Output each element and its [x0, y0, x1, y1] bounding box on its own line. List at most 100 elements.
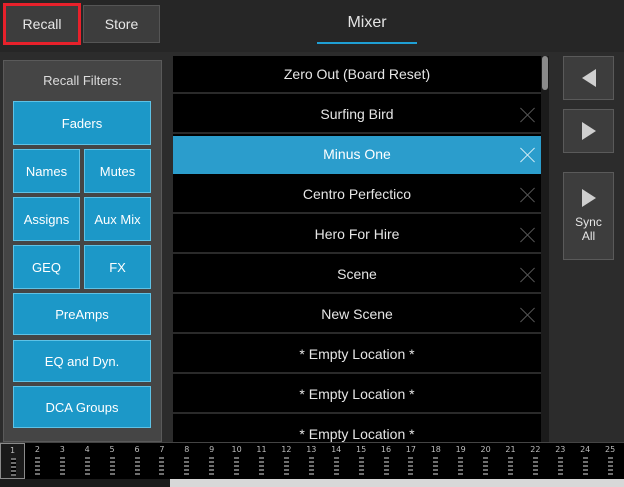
- scene-label: New Scene: [321, 306, 393, 322]
- channel-meter: [234, 457, 240, 475]
- channel-meter: [134, 457, 140, 475]
- filter-faders-button[interactable]: Faders: [13, 101, 151, 145]
- scene-label: Minus One: [323, 146, 391, 162]
- scrollbar-thumb[interactable]: [542, 56, 548, 90]
- channel-15[interactable]: 15: [349, 443, 374, 479]
- channel-1[interactable]: 1: [0, 443, 25, 479]
- scene-label: Hero For Hire: [314, 226, 400, 242]
- channel-number: 16: [380, 445, 392, 454]
- recall-filters-title: Recall Filters:: [43, 73, 122, 88]
- scene-row[interactable]: Scene: [173, 256, 541, 294]
- next-button[interactable]: [563, 109, 614, 153]
- channel-number: 24: [580, 445, 591, 454]
- channel-number: 19: [455, 445, 466, 454]
- triangle-left-icon: [581, 69, 596, 87]
- channel-7[interactable]: 7: [149, 443, 174, 479]
- scene-row[interactable]: * Empty Location *: [173, 376, 541, 414]
- channel-10[interactable]: 10: [224, 443, 249, 479]
- scene-row[interactable]: * Empty Location *: [173, 336, 541, 374]
- channel-24[interactable]: 24: [573, 443, 598, 479]
- delete-scene-icon[interactable]: [520, 147, 536, 163]
- channel-number: 4: [84, 445, 90, 454]
- channel-23[interactable]: 23: [548, 443, 573, 479]
- channel-number: 6: [134, 445, 140, 454]
- scene-row[interactable]: Minus One: [173, 136, 541, 174]
- channel-11[interactable]: 11: [249, 443, 274, 479]
- recall-button[interactable]: Recall: [3, 3, 81, 45]
- channel-17[interactable]: 17: [398, 443, 423, 479]
- filter-assigns-button[interactable]: Assigns: [13, 197, 80, 241]
- channel-number: 23: [555, 445, 566, 454]
- channel-8[interactable]: 8: [174, 443, 199, 479]
- filter-fx-button[interactable]: FX: [84, 245, 151, 289]
- channel-9[interactable]: 9: [199, 443, 224, 479]
- filter-preamps-button[interactable]: PreAmps: [13, 293, 151, 335]
- channel-14[interactable]: 14: [324, 443, 349, 479]
- filter-names-button[interactable]: Names: [13, 149, 80, 193]
- channel-number: 11: [256, 445, 267, 454]
- bottom-strip: [0, 479, 624, 487]
- channel-20[interactable]: 20: [473, 443, 498, 479]
- channel-2[interactable]: 2: [25, 443, 50, 479]
- title-underline: [317, 42, 417, 44]
- channel-meter: [159, 457, 165, 475]
- scene-row[interactable]: Hero For Hire: [173, 216, 541, 254]
- channel-meter: [333, 457, 339, 475]
- sync-all-button[interactable]: Sync All: [563, 172, 614, 260]
- channel-number: 2: [34, 445, 40, 454]
- channel-13[interactable]: 13: [299, 443, 324, 479]
- sync-all-label: Sync All: [575, 215, 602, 243]
- channel-21[interactable]: 21: [498, 443, 523, 479]
- channel-number: 14: [331, 445, 342, 454]
- scene-row[interactable]: Zero Out (Board Reset): [173, 56, 541, 94]
- previous-button[interactable]: [563, 56, 614, 100]
- channel-19[interactable]: 19: [448, 443, 473, 479]
- channel-number: 13: [306, 445, 317, 454]
- channel-meter: [184, 457, 190, 475]
- scene-label: Scene: [337, 266, 377, 282]
- delete-scene-icon[interactable]: [520, 107, 536, 123]
- channel-3[interactable]: 3: [50, 443, 75, 479]
- channel-4[interactable]: 4: [75, 443, 100, 479]
- scene-label: Surfing Bird: [320, 106, 394, 122]
- scene-label: * Empty Location *: [299, 426, 415, 442]
- channel-16[interactable]: 16: [374, 443, 399, 479]
- scene-row[interactable]: Centro Perfectico: [173, 176, 541, 214]
- scene-row[interactable]: * Empty Location *: [173, 416, 541, 442]
- scene-list-scrollbar[interactable]: [541, 56, 549, 442]
- filter-eq-dyn-button[interactable]: EQ and Dyn.: [13, 340, 151, 382]
- delete-scene-icon[interactable]: [520, 307, 536, 323]
- channel-meter: [59, 457, 65, 475]
- channel-meter: [582, 457, 588, 475]
- channel-18[interactable]: 18: [423, 443, 448, 479]
- scene-row[interactable]: New Scene: [173, 296, 541, 334]
- store-button[interactable]: Store: [83, 5, 160, 43]
- channel-meter: [557, 457, 563, 475]
- channel-number: 18: [430, 445, 441, 454]
- channel-meter: [308, 457, 314, 475]
- channel-meter: [11, 458, 16, 476]
- delete-scene-icon[interactable]: [520, 187, 536, 203]
- channel-meter: [483, 457, 489, 475]
- delete-scene-icon[interactable]: [520, 267, 536, 283]
- channel-number: 8: [184, 445, 190, 454]
- filter-aux-mix-button[interactable]: Aux Mix: [84, 197, 151, 241]
- filter-dca-groups-button[interactable]: DCA Groups: [13, 386, 151, 428]
- channel-meter: [458, 457, 464, 475]
- filter-mutes-button[interactable]: Mutes: [84, 149, 151, 193]
- channel-25[interactable]: 25: [598, 443, 623, 479]
- delete-scene-icon[interactable]: [520, 227, 536, 243]
- channel-meter: [109, 457, 115, 475]
- channel-6[interactable]: 6: [125, 443, 150, 479]
- channel-meter: [34, 457, 40, 475]
- scene-row[interactable]: Surfing Bird: [173, 96, 541, 134]
- channel-meter: [607, 457, 613, 475]
- scene-list[interactable]: Zero Out (Board Reset) Surfing Bird Minus …: [173, 56, 541, 442]
- channel-5[interactable]: 5: [100, 443, 125, 479]
- recall-filters-panel: Recall Filters: Faders Names Mutes Assig…: [3, 60, 162, 442]
- channel-22[interactable]: 22: [523, 443, 548, 479]
- channel-meter: [433, 457, 439, 475]
- filter-geq-button[interactable]: GEQ: [13, 245, 80, 289]
- channel-12[interactable]: 12: [274, 443, 299, 479]
- channel-meter: [259, 457, 264, 475]
